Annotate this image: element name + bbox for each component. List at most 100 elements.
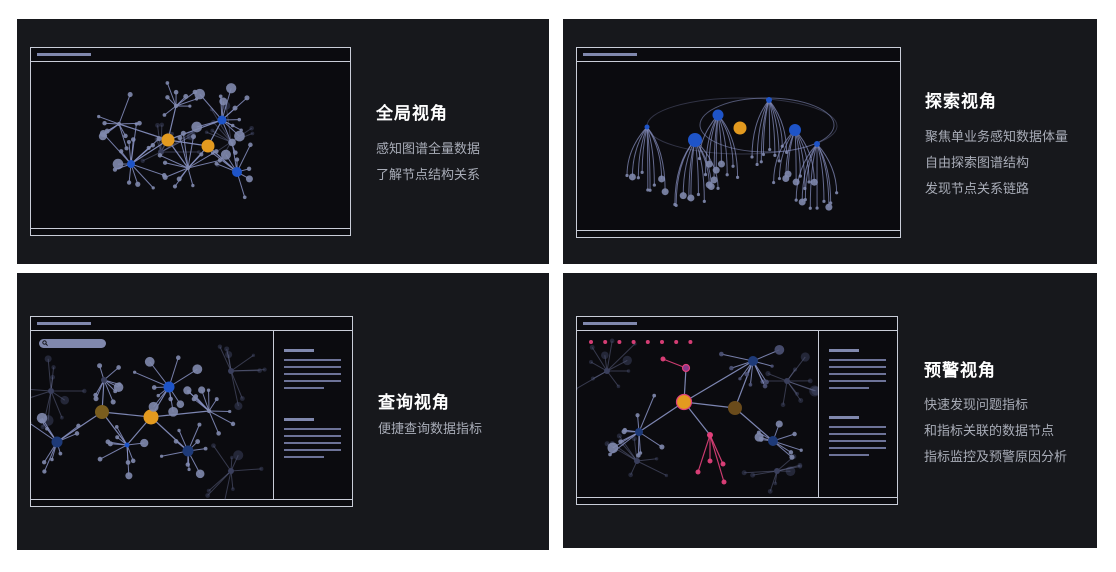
explore-graph[interactable] [577, 62, 900, 231]
graph-node [130, 458, 136, 464]
graph-node [165, 95, 170, 100]
graph-edge [734, 407, 774, 442]
graph-node [712, 166, 720, 174]
graph-node [777, 176, 782, 181]
sidebar-line [829, 373, 886, 375]
query-graph[interactable] [31, 331, 274, 500]
graph-node [151, 385, 157, 390]
card-title: 全局视角 [376, 104, 448, 124]
graph-node [206, 388, 211, 392]
graph-node [761, 152, 766, 157]
graph-node [228, 138, 236, 147]
card-alert: 预警视角 快速发现问题指标 和指标关联的数据节点 指标监控及预警原因分析 [563, 273, 1097, 548]
global-graph[interactable] [31, 62, 350, 229]
graph-node [674, 340, 679, 344]
graph-node [835, 191, 839, 195]
graph-node [245, 175, 253, 183]
graph-node [95, 405, 109, 419]
graph-edge [187, 167, 194, 186]
graph-node [626, 369, 631, 373]
graph-node [688, 340, 693, 344]
graph-node [199, 152, 204, 157]
graph-node [213, 149, 219, 154]
graph-edge [103, 379, 114, 403]
graph-node [232, 167, 242, 177]
window-statusbar [31, 499, 352, 506]
graph-node [640, 170, 644, 175]
graph-node [182, 445, 194, 457]
graph-edge [99, 444, 128, 460]
graph-node [696, 192, 701, 197]
graph-node [210, 128, 215, 133]
graph-node [173, 89, 179, 95]
graph-edge [213, 445, 232, 472]
graph-node [101, 377, 107, 383]
desc-line: 聚焦单业务感知数据体量 [925, 130, 1069, 145]
graph-node [659, 444, 665, 450]
graph-node [125, 460, 131, 465]
graph-node [628, 173, 636, 181]
graph-node [114, 425, 119, 429]
graph-node [188, 104, 192, 108]
graph-node [664, 473, 669, 478]
graph-node [707, 183, 715, 191]
graph-node [716, 186, 720, 190]
sidebar-line [829, 380, 886, 382]
graph-node [731, 164, 735, 168]
graph-node [151, 186, 155, 190]
search-input[interactable] [39, 339, 106, 348]
graph-node [230, 421, 236, 427]
graph-node [644, 124, 650, 130]
title-placeholder [37, 53, 91, 56]
graph-node [119, 149, 124, 154]
graph-node [173, 439, 179, 444]
graph-node [815, 206, 819, 210]
graph-edge [230, 370, 239, 407]
graph-edge [638, 431, 663, 448]
graph-node [759, 160, 763, 164]
graph-node [681, 363, 691, 373]
graph-node [233, 450, 244, 461]
window-titlebar [577, 48, 900, 62]
graph-node [660, 340, 664, 344]
sidebar-line [284, 373, 341, 375]
graph-node [110, 399, 116, 405]
graph-node [807, 378, 813, 384]
card-desc: 便捷查询数据指标 [378, 417, 482, 443]
graph-node [609, 338, 615, 344]
graph-node [719, 351, 724, 357]
graph-node [97, 363, 103, 369]
sidebar-line [284, 380, 341, 382]
graph-node [774, 468, 780, 474]
graph-node [622, 355, 632, 366]
graph-node [162, 113, 167, 117]
graph-node [762, 383, 768, 389]
graph-node [616, 384, 621, 389]
graph-node [792, 431, 797, 437]
alert-graph[interactable] [577, 331, 819, 498]
graph-edge [636, 460, 667, 476]
graph-node [710, 176, 718, 184]
graph-node [135, 181, 141, 187]
graph-node [800, 352, 810, 362]
graph-node [137, 120, 142, 126]
graph-node [220, 149, 231, 160]
graph-node [721, 479, 727, 485]
graph-node [163, 381, 175, 393]
desc-line: 指标监控及预警原因分析 [924, 450, 1068, 465]
graph-node [237, 117, 242, 122]
sidebar-line [284, 428, 341, 430]
graph-node [765, 370, 771, 377]
card-global: 全局视角 感知图谱全量数据 了解节点结构关系 [17, 19, 549, 264]
graph-node [773, 481, 778, 486]
graph-edge [195, 396, 210, 412]
graph-edge [118, 94, 131, 125]
graph-edge [207, 470, 232, 496]
graph-node [635, 413, 640, 418]
alert-window [576, 316, 898, 505]
graph-node [628, 472, 633, 478]
graph-edge [767, 373, 788, 382]
graph-node [176, 176, 182, 182]
sidebar-heading [284, 349, 314, 352]
graph-node [774, 344, 785, 355]
